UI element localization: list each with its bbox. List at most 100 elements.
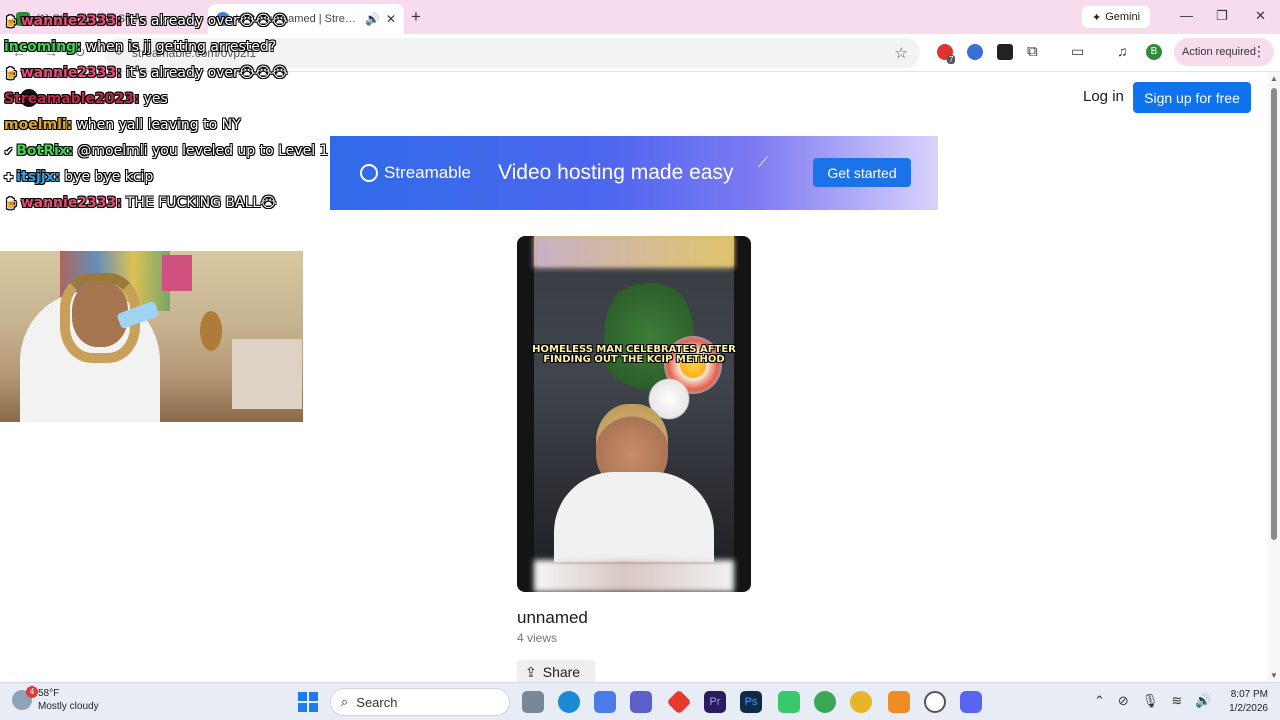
premiere-icon[interactable]: Pr xyxy=(704,691,726,713)
share-label: Share xyxy=(542,664,581,680)
weather-desc: Mostly cloudy xyxy=(38,701,99,712)
taskbar-search[interactable]: ⌕ Search xyxy=(330,688,510,716)
restore-icon[interactable]: ❐ xyxy=(1216,8,1228,24)
bookmark-star-icon[interactable]: ☆ xyxy=(895,44,908,62)
chat-username: moelmli: xyxy=(4,117,73,133)
chat-badge-icon: 🍺 xyxy=(4,15,18,28)
window-close-icon[interactable]: ✕ xyxy=(1255,8,1266,24)
volume-icon[interactable]: 🔊 xyxy=(1195,693,1211,709)
puzzle-icon[interactable]: ⧉ xyxy=(1027,43,1038,60)
chat-username: BotRix: xyxy=(16,143,74,159)
extension-badge: 7 xyxy=(947,55,956,64)
profile-avatar[interactable]: B xyxy=(1146,44,1162,60)
close-icon[interactable]: ✕ xyxy=(386,12,396,26)
chevron-up-icon[interactable]: ⌃ xyxy=(1094,693,1105,709)
banner-tagline: Video hosting made easy xyxy=(498,161,734,184)
chat-message: ✚ itsjjx: bye bye kcip xyxy=(4,164,153,191)
gemini-label: Gemini xyxy=(1105,11,1141,23)
chat-text: when is jj getting arrested? xyxy=(85,39,277,55)
clock-date: 1/2/2026 xyxy=(1229,703,1268,714)
get-started-button[interactable]: Get started xyxy=(813,158,911,187)
promo-banner[interactable]: Streamable Video hosting made easy ⟋ Get… xyxy=(330,136,938,210)
chat-text: bye bye kcip xyxy=(64,169,154,185)
video-caption: HOMELESS MAN CELEBRATES AFTER FINDING OU… xyxy=(532,344,736,365)
chat-username: Streamable2023: xyxy=(4,91,140,107)
edge-icon[interactable] xyxy=(558,691,580,713)
action-required-label: Action required xyxy=(1182,46,1256,58)
speaker-icon[interactable]: 🔊 xyxy=(365,12,380,26)
wifi-icon[interactable]: ≋ xyxy=(1171,693,1182,709)
extension-icon[interactable] xyxy=(997,44,1013,60)
chat-message: 🍺 wannie2333: it's already over😭😭😭 xyxy=(4,60,288,87)
chat-username: wannie2333: xyxy=(20,65,122,81)
streamable-logo-icon xyxy=(360,164,378,182)
login-link[interactable]: Log in xyxy=(1083,88,1124,105)
media-icon[interactable]: ♫ xyxy=(1117,43,1128,59)
chat-text: @moelmli you leveled up to Level 1 xyxy=(77,143,329,159)
chrome-profile-icon[interactable] xyxy=(814,691,836,713)
chat-username: itsjjx: xyxy=(16,169,61,185)
poster xyxy=(162,255,192,291)
copilot-icon[interactable] xyxy=(594,691,616,713)
scroll-down-icon[interactable]: ▼ xyxy=(1270,671,1278,680)
blurred-bottom-band xyxy=(534,560,734,592)
gemini-button[interactable]: ✦ Gemini xyxy=(1082,6,1150,28)
action-required-button[interactable]: Action required ⋮ xyxy=(1174,38,1274,66)
sparkle-icon: ✦ xyxy=(1091,11,1102,24)
chat-badge-icon: ✚ xyxy=(4,171,14,184)
chat-message: moelmli: when yall leaving to NY xyxy=(4,112,241,138)
weather-widget[interactable]: 4 58°F Mostly cloudy xyxy=(12,686,99,713)
video-frame xyxy=(534,236,734,592)
search-label: Search xyxy=(356,694,398,710)
weather-badge: 4 xyxy=(26,686,38,698)
streamable-banner-logo: Streamable xyxy=(360,163,471,183)
cloud-icon: 4 xyxy=(12,686,38,710)
windows-taskbar: 4 58°F Mostly cloudy ⌕ Search Pr Ps ⌃ ⊘ … xyxy=(0,682,1280,720)
chat-text: when yall leaving to NY xyxy=(76,117,241,133)
clock-time: 8:07 PM xyxy=(1230,689,1268,700)
chair xyxy=(232,339,302,409)
chat-badge-icon: 🍺 xyxy=(4,197,18,210)
chat-message: ✔ BotRix: @moelmli you leveled up to Level… xyxy=(4,138,328,165)
signup-button[interactable]: Sign up for free xyxy=(1133,82,1251,113)
app-icon[interactable] xyxy=(778,691,800,713)
chat-text: it's already over😭😭😭 xyxy=(125,65,288,81)
menu-dots-icon[interactable]: ⋮ xyxy=(1252,43,1266,60)
banner-brand: Streamable xyxy=(384,163,471,182)
minimize-icon[interactable]: — xyxy=(1180,8,1193,23)
blurred-top-band xyxy=(534,236,734,268)
chat-username: incoming: xyxy=(4,39,82,55)
windows-start-icon[interactable] xyxy=(298,692,318,712)
guitar xyxy=(200,311,222,351)
scrollbar-thumb[interactable] xyxy=(1271,88,1277,540)
app-icon[interactable] xyxy=(888,691,910,713)
share-icon: ⇪ xyxy=(525,663,537,680)
sparkle-icon: ⟋ xyxy=(758,154,768,170)
file-explorer-icon[interactable] xyxy=(522,691,544,713)
app-icon[interactable] xyxy=(666,689,692,715)
share-button[interactable]: ⇪ Share xyxy=(517,660,595,684)
page-scrollbar[interactable]: ▲ ▼ xyxy=(1268,72,1280,682)
chat-badge-icon: ✔ xyxy=(4,145,14,158)
chat-message: 🍺 wannie2333: it's already over😭😭😭 xyxy=(4,8,288,35)
chat-badge-icon: 🍺 xyxy=(4,67,18,80)
weather-temp: 58°F xyxy=(38,688,60,699)
chat-username: wannie2333: xyxy=(20,195,122,211)
chat-text: THE FUCKING BALL😭 xyxy=(125,195,277,211)
clock[interactable]: 8:07 PM 1/2/2026 xyxy=(1220,688,1268,716)
chat-message: incoming: when is jj getting arrested? xyxy=(4,34,276,60)
search-icon: ⌕ xyxy=(341,694,349,709)
teams-icon[interactable] xyxy=(630,691,652,713)
photoshop-icon[interactable]: Ps xyxy=(740,691,762,713)
microphone-icon[interactable]: 🎙 xyxy=(1142,693,1159,709)
chrome-icon[interactable] xyxy=(850,691,872,713)
network-off-icon[interactable]: ⊘ xyxy=(1118,693,1129,709)
video-player[interactable]: HOMELESS MAN CELEBRATES AFTER FINDING OU… xyxy=(517,236,751,592)
plus-icon[interactable]: + xyxy=(411,7,421,27)
chat-text: yes xyxy=(143,91,168,107)
extension-icon[interactable] xyxy=(967,44,983,60)
discord-icon[interactable] xyxy=(960,691,982,713)
scroll-up-icon[interactable]: ▲ xyxy=(1270,74,1278,83)
cast-icon[interactable]: ▭ xyxy=(1071,43,1084,60)
obs-icon[interactable] xyxy=(924,691,946,713)
